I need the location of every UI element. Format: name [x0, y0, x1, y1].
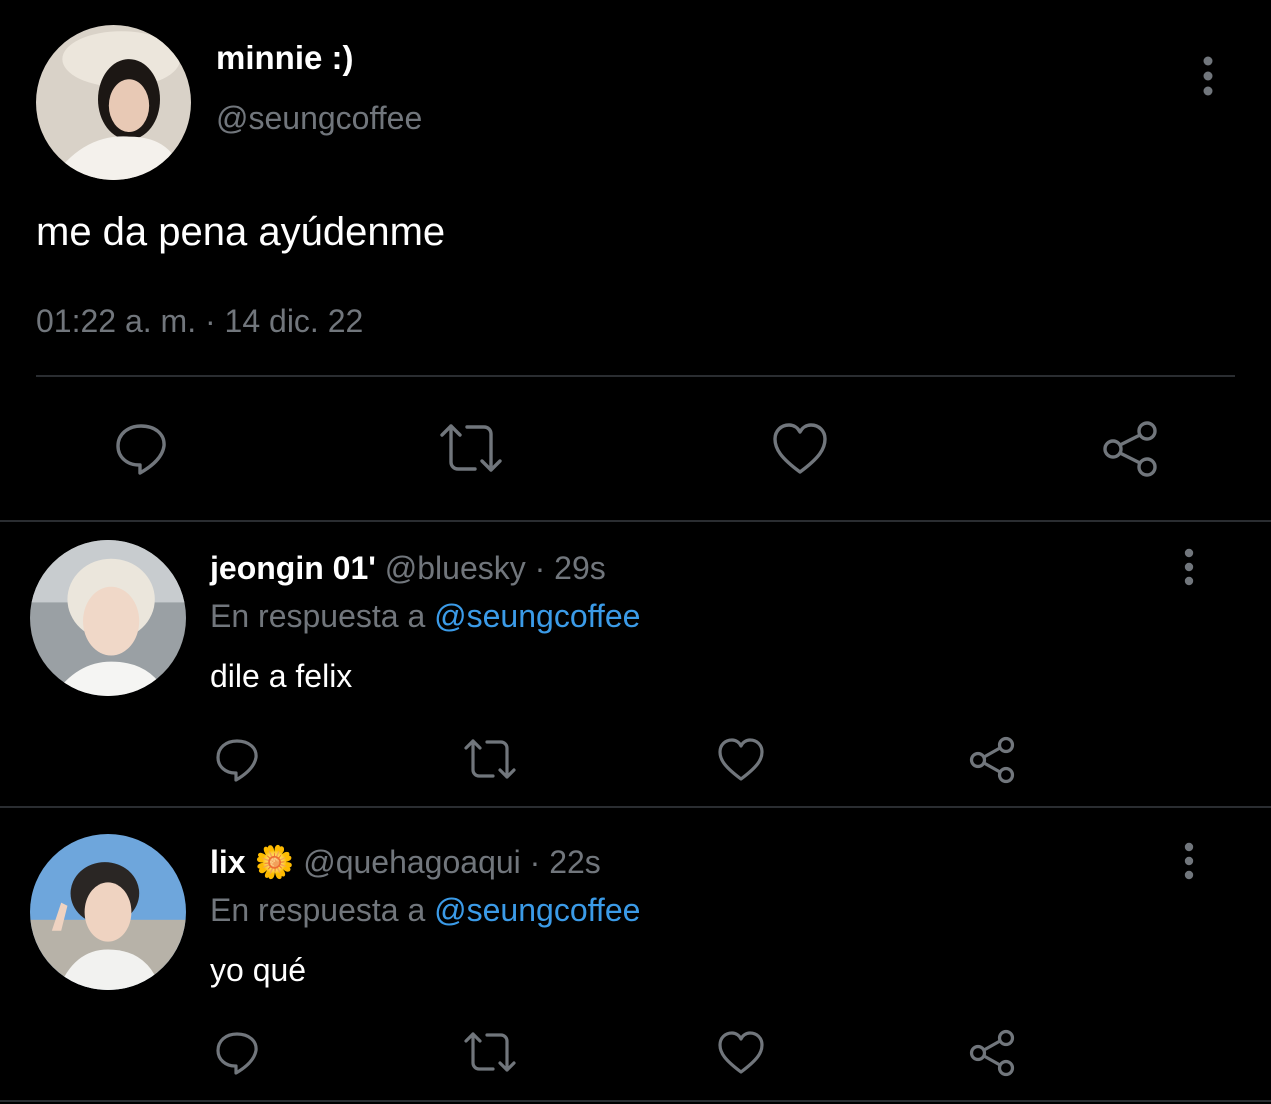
like-icon[interactable]: [717, 1031, 765, 1075]
reply-to-link[interactable]: @seungcoffee: [434, 892, 640, 928]
reply-time[interactable]: 22s: [549, 844, 601, 880]
more-vert-icon[interactable]: [1196, 55, 1220, 97]
reply-context: En respuesta a @seungcoffee: [210, 890, 640, 930]
tweet-text: me da pena ayúdenme: [36, 210, 446, 254]
divider: [0, 520, 1271, 522]
reply-header: jeongin 01' @bluesky · 29s: [210, 548, 606, 588]
divider: [0, 806, 1271, 808]
avatar-main[interactable]: [36, 25, 191, 180]
avatar-reply[interactable]: [30, 834, 186, 990]
separator: ·: [534, 550, 546, 586]
reply-header: lix 🌼 @quehagoaqui · 22s: [210, 842, 601, 882]
reply-icon[interactable]: [214, 1030, 260, 1076]
separator: ·: [529, 844, 541, 880]
divider: [36, 375, 1235, 377]
like-icon[interactable]: [771, 422, 829, 476]
share-icon[interactable]: [968, 1029, 1016, 1077]
author-name[interactable]: minnie :): [216, 38, 354, 78]
reply-icon[interactable]: [214, 737, 260, 783]
flower-emoji: 🌼: [254, 844, 295, 880]
tweet-timestamp: 01:22 a. m. · 14 dic. 22: [36, 303, 364, 339]
reply-author-handle[interactable]: @bluesky: [385, 550, 526, 586]
share-icon[interactable]: [1101, 420, 1159, 478]
reply-author-handle[interactable]: @quehagoaqui: [303, 844, 521, 880]
share-icon[interactable]: [968, 736, 1016, 784]
avatar-reply[interactable]: [30, 540, 186, 696]
reply-time[interactable]: 29s: [554, 550, 606, 586]
reply-prefix: En respuesta a: [210, 892, 426, 928]
more-vert-icon[interactable]: [1178, 548, 1200, 586]
retweet-icon[interactable]: [462, 1031, 518, 1073]
divider: [0, 1100, 1271, 1102]
reply-prefix: En respuesta a: [210, 598, 426, 634]
more-vert-icon[interactable]: [1178, 842, 1200, 880]
like-icon[interactable]: [717, 738, 765, 782]
reply-text: yo qué: [210, 952, 307, 988]
reply-author-name[interactable]: lix: [210, 844, 246, 880]
reply-text: dile a felix: [210, 658, 353, 694]
retweet-icon[interactable]: [462, 738, 518, 780]
reply-icon[interactable]: [113, 420, 169, 476]
retweet-icon[interactable]: [437, 422, 505, 474]
reply-to-link[interactable]: @seungcoffee: [434, 598, 640, 634]
reply-author-name[interactable]: jeongin 01': [210, 550, 376, 586]
author-handle[interactable]: @seungcoffee: [216, 98, 422, 138]
reply-context: En respuesta a @seungcoffee: [210, 596, 640, 636]
